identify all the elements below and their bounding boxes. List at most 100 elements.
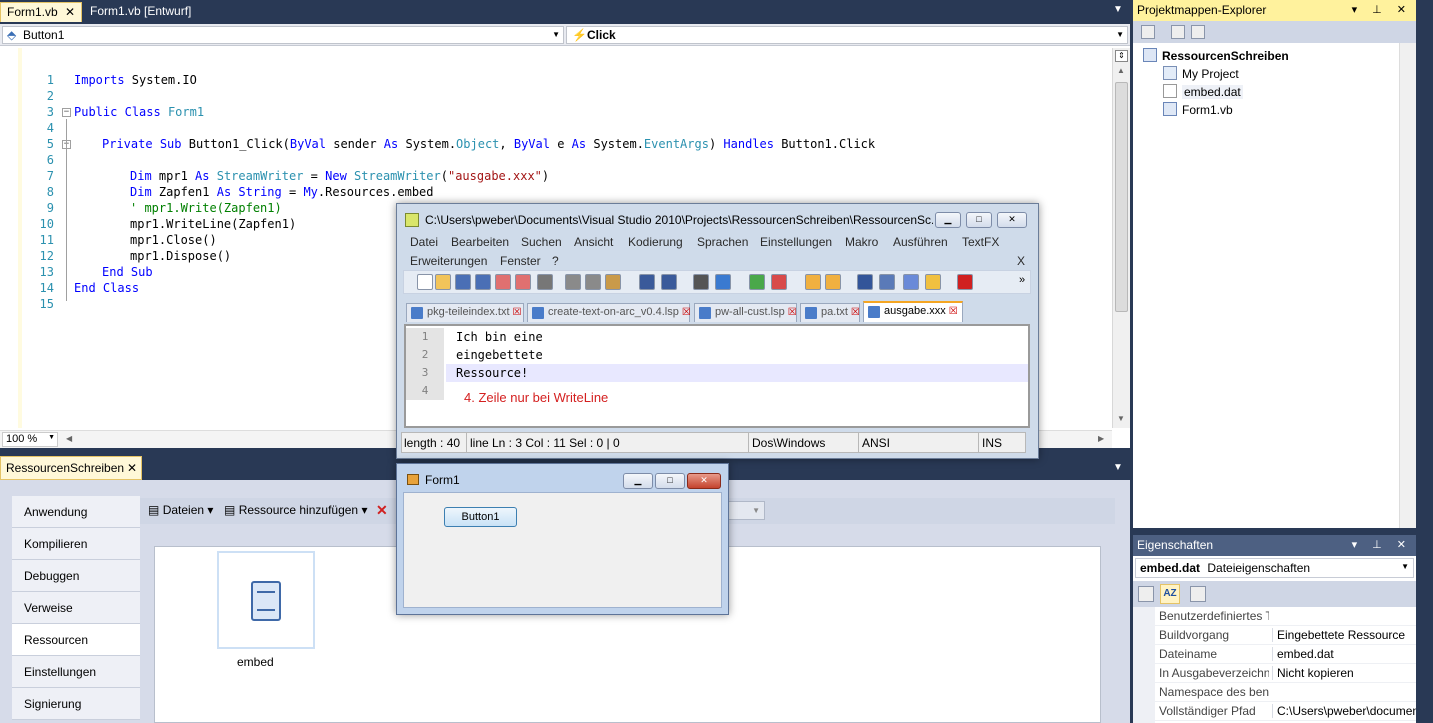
close-icon[interactable]: ✕ bbox=[65, 5, 75, 19]
menu-item[interactable]: Datei bbox=[410, 235, 438, 249]
show-all-files-icon[interactable] bbox=[1171, 25, 1185, 39]
macro-icon[interactable] bbox=[925, 274, 941, 290]
record-icon[interactable] bbox=[957, 274, 973, 290]
scroll-up-icon[interactable]: ▲ bbox=[1117, 66, 1125, 75]
tree-project[interactable]: RessourcenSchreiben bbox=[1143, 48, 1289, 63]
event-dropdown[interactable]: ⚡ Click ▼ bbox=[566, 26, 1128, 44]
undo-icon[interactable] bbox=[639, 274, 655, 290]
npp-text-area[interactable]: 1 Ich bin eine 2 eingebettete 3 Ressource! 4 4… bbox=[404, 324, 1030, 428]
object-dropdown[interactable]: ⬘ Button1 ▼ bbox=[2, 26, 564, 44]
file-tab[interactable]: pa.txt ☒ bbox=[800, 303, 860, 322]
side-nav-item[interactable]: Einstellungen bbox=[12, 656, 140, 688]
paste-icon[interactable] bbox=[605, 274, 621, 290]
tree-item-embed-dat[interactable]: embed.dat bbox=[1163, 84, 1243, 99]
scroll-down-icon[interactable]: ▼ bbox=[1117, 414, 1125, 423]
refresh-icon[interactable] bbox=[1191, 25, 1205, 39]
minimize-button[interactable]: ▁ bbox=[623, 473, 653, 489]
property-pages-icon[interactable] bbox=[1190, 586, 1206, 602]
scrollbar-thumb[interactable] bbox=[1115, 82, 1128, 312]
close-icon[interactable]: ☒ bbox=[788, 307, 797, 318]
close-icon[interactable] bbox=[495, 274, 511, 290]
tab-form1-designer[interactable]: Form1.vb [Entwurf] bbox=[84, 2, 197, 22]
side-nav-item[interactable]: Debuggen bbox=[12, 560, 140, 592]
tab-form1-vb[interactable]: Form1.vb ✕ bbox=[0, 2, 82, 22]
redo-icon[interactable] bbox=[661, 274, 677, 290]
delete-icon[interactable]: ✕ bbox=[376, 502, 388, 519]
zoom-in-icon[interactable] bbox=[749, 274, 765, 290]
pane-buttons[interactable]: ▾ ⊥ ✕ bbox=[1352, 538, 1412, 551]
show-all-chars-icon[interactable] bbox=[879, 274, 895, 290]
close-icon[interactable]: ☒ bbox=[513, 307, 522, 318]
tab-ressourcen-schreiben[interactable]: RessourcenSchreiben ✕ bbox=[0, 456, 142, 480]
menu-item[interactable]: ? bbox=[552, 254, 559, 268]
close-all-icon[interactable] bbox=[515, 274, 531, 290]
side-nav-item[interactable]: Verweise bbox=[12, 592, 140, 624]
maximize-button[interactable]: □ bbox=[655, 473, 685, 489]
tree-item-form1-vb[interactable]: Form1.vb bbox=[1163, 102, 1233, 117]
open-file-icon[interactable] bbox=[435, 274, 451, 290]
close-button[interactable]: ✕ bbox=[997, 212, 1027, 228]
editor-vertical-scrollbar[interactable]: ⇕ ▲ ▼ bbox=[1112, 48, 1130, 428]
pane-buttons[interactable]: ▾ ⊥ ✕ bbox=[1352, 3, 1412, 16]
resource-item-embed[interactable] bbox=[217, 551, 315, 649]
close-icon[interactable]: ☒ bbox=[851, 307, 860, 318]
maximize-button[interactable]: □ bbox=[966, 212, 992, 228]
cut-icon[interactable] bbox=[565, 274, 581, 290]
save-icon[interactable] bbox=[455, 274, 471, 290]
close-icon[interactable]: ☒ bbox=[682, 307, 691, 318]
side-nav-item[interactable]: Anwendung bbox=[12, 496, 140, 528]
property-row[interactable]: Namespace des benu bbox=[1133, 683, 1416, 702]
replace-icon[interactable] bbox=[715, 274, 731, 290]
zoom-out-icon[interactable] bbox=[771, 274, 787, 290]
file-tab[interactable]: create-text-on-arc_v0.4.lsp ☒ bbox=[527, 303, 691, 322]
file-tab[interactable]: ausgabe.xxx ☒ bbox=[863, 301, 963, 322]
tab-overflow-icon[interactable]: ▼ bbox=[1113, 462, 1123, 473]
find-icon[interactable] bbox=[693, 274, 709, 290]
zoom-combo[interactable]: 100 % ▼ bbox=[2, 432, 58, 447]
button1[interactable]: Button1 bbox=[444, 507, 517, 527]
solution-explorer-scrollbar[interactable] bbox=[1399, 43, 1416, 528]
close-icon[interactable]: ☒ bbox=[949, 306, 958, 317]
tree-item-my-project[interactable]: My Project bbox=[1163, 66, 1239, 81]
menu-item[interactable]: Einstellungen bbox=[760, 235, 832, 249]
copy-icon[interactable] bbox=[585, 274, 601, 290]
files-dropdown[interactable]: ▤ Dateien ▾ bbox=[148, 503, 213, 517]
menu-item[interactable]: Ausführen bbox=[893, 235, 948, 249]
alphabetical-icon[interactable]: AZ bbox=[1160, 584, 1180, 604]
tab-overflow-icon[interactable]: ▼ bbox=[1113, 4, 1123, 15]
scroll-left-icon[interactable]: ◀ bbox=[66, 434, 72, 443]
property-row[interactable]: Buildvorgang Eingebettete Ressource bbox=[1133, 626, 1416, 645]
property-row[interactable]: Benutzerdefiniertes T bbox=[1133, 607, 1416, 626]
menu-item[interactable]: Erweiterungen bbox=[410, 254, 487, 268]
menu-item[interactable]: Ansicht bbox=[574, 235, 613, 249]
menu-item[interactable]: TextFX bbox=[962, 235, 999, 249]
scroll-right-icon[interactable]: ▶ bbox=[1098, 434, 1104, 443]
properties-object-selector[interactable]: embed.dat Dateieigenschaften ▼ bbox=[1135, 558, 1414, 578]
fold-toggle-icon[interactable]: − bbox=[62, 108, 71, 117]
wrap-icon[interactable] bbox=[857, 274, 873, 290]
menu-item[interactable]: Makro bbox=[845, 235, 878, 249]
add-resource-dropdown[interactable]: ▤ Ressource hinzufügen ▾ bbox=[224, 503, 367, 517]
menu-item[interactable]: Fenster bbox=[500, 254, 541, 268]
sync-v-icon[interactable] bbox=[805, 274, 821, 290]
menu-item[interactable]: Suchen bbox=[521, 235, 562, 249]
menu-item[interactable]: Kodierung bbox=[628, 235, 683, 249]
side-nav-item[interactable]: Signierung bbox=[12, 688, 140, 720]
categorized-icon[interactable] bbox=[1138, 586, 1154, 602]
close-icon[interactable]: ✕ bbox=[127, 461, 137, 475]
save-all-icon[interactable] bbox=[475, 274, 491, 290]
print-icon[interactable] bbox=[537, 274, 553, 290]
split-icon[interactable]: ⇕ bbox=[1115, 50, 1128, 62]
sync-h-icon[interactable] bbox=[825, 274, 841, 290]
menu-item[interactable]: Bearbeiten bbox=[451, 235, 509, 249]
file-tab[interactable]: pw-all-cust.lsp ☒ bbox=[694, 303, 797, 322]
property-row[interactable]: In Ausgabeverzeichn Nicht kopieren bbox=[1133, 664, 1416, 683]
file-tab[interactable]: pkg-teileindex.txt ☒ bbox=[406, 303, 524, 322]
property-row[interactable]: Vollständiger Pfad C:\Users\pweber\docume… bbox=[1133, 702, 1416, 721]
properties-icon[interactable] bbox=[1141, 25, 1155, 39]
side-nav-item[interactable]: Ressourcen bbox=[12, 624, 140, 656]
menu-item[interactable]: Sprachen bbox=[697, 235, 748, 249]
new-file-icon[interactable] bbox=[417, 274, 433, 290]
property-row[interactable]: Dateiname embed.dat bbox=[1133, 645, 1416, 664]
minimize-button[interactable]: ▁ bbox=[935, 212, 961, 228]
